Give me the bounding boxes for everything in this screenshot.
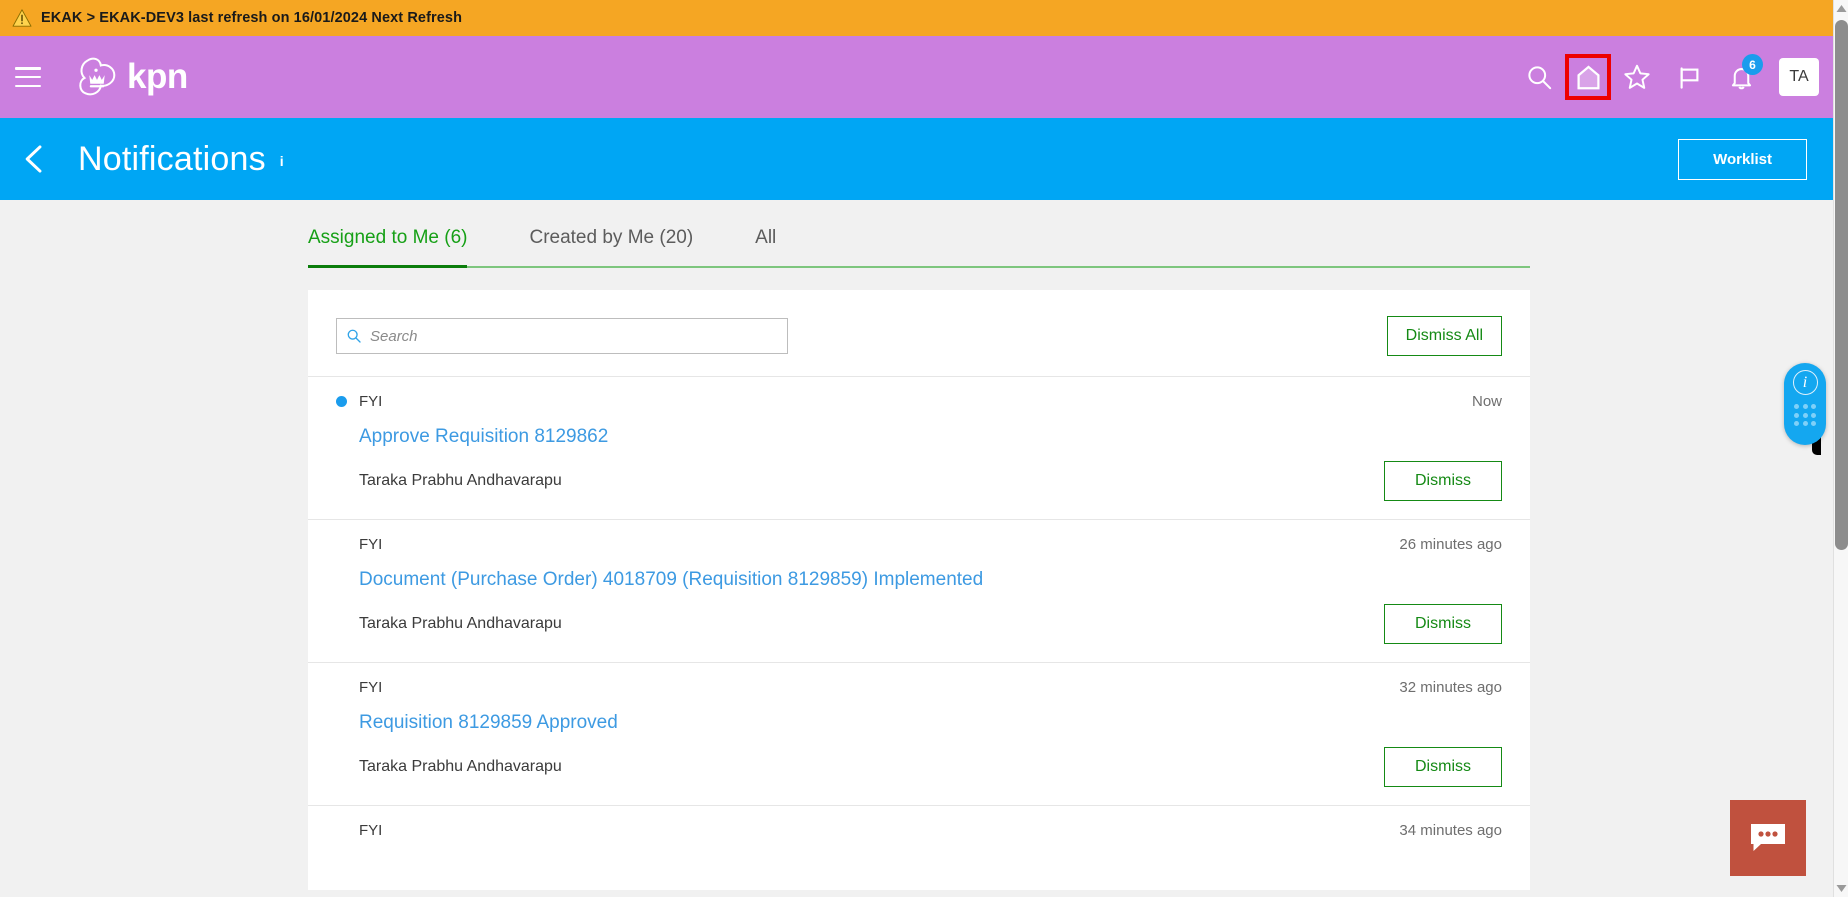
home-glyph [1576, 64, 1600, 89]
unread-dot-icon [336, 825, 347, 836]
bell-icon[interactable]: 6 [1715, 51, 1767, 103]
notification-user: Taraka Prabhu Andhavarapu [359, 472, 562, 489]
bell-badge-count: 6 [1742, 54, 1763, 75]
brand-name: kpn [127, 57, 188, 96]
dot-grid-icon [1794, 404, 1816, 426]
notification-footer: Taraka Prabhu Andhavarapu Dismiss [336, 461, 1502, 501]
flag-glyph [1680, 66, 1698, 89]
star-icon[interactable] [1611, 51, 1663, 103]
notification-header: FYI 34 minutes ago [336, 822, 1502, 839]
search-icon [347, 329, 361, 343]
notification-row: FYI 34 minutes ago [308, 805, 1530, 845]
kpn-crown-logo-icon [79, 57, 116, 96]
notification-time: 34 minutes ago [1399, 822, 1502, 839]
notification-footer: Taraka Prabhu Andhavarapu Dismiss [336, 604, 1502, 644]
dismiss-button[interactable]: Dismiss [1384, 747, 1502, 787]
unread-dot-icon [336, 682, 347, 693]
scroll-down-arrow-icon[interactable] [1834, 880, 1848, 897]
home-icon[interactable] [1565, 54, 1611, 100]
tab-all[interactable]: All [755, 227, 776, 266]
tab-assigned-to-me[interactable]: Assigned to Me (6) [308, 227, 468, 268]
page-title-info-icon[interactable]: i [280, 153, 284, 169]
search-input[interactable] [370, 327, 750, 345]
app-root: EKAK > EKAK-DEV3 last refresh on 16/01/2… [0, 0, 1848, 897]
notification-row: FYI 26 minutes ago Document (Purchase Or… [308, 519, 1530, 662]
brand-logo[interactable]: kpn [71, 52, 188, 102]
scroll-up-arrow-icon[interactable] [1834, 0, 1848, 17]
star-glyph [1624, 64, 1650, 89]
notification-user: Taraka Prabhu Andhavarapu [359, 758, 562, 775]
worklist-button[interactable]: Worklist [1678, 138, 1807, 180]
notification-type: FYI [359, 679, 383, 696]
notification-link[interactable]: Requisition 8129859 Approved [359, 712, 1502, 734]
help-widget[interactable]: i [1784, 363, 1826, 445]
notification-link[interactable]: Document (Purchase Order) 4018709 (Requi… [359, 569, 1502, 591]
environment-alert-banner: EKAK > EKAK-DEV3 last refresh on 16/01/2… [0, 0, 1833, 36]
page-title: Notifications [78, 139, 266, 178]
search-glyph [1527, 65, 1551, 89]
notification-footer: Taraka Prabhu Andhavarapu Dismiss [336, 747, 1502, 787]
notification-type: FYI [359, 393, 383, 410]
notification-user: Taraka Prabhu Andhavarapu [359, 615, 562, 632]
alert-banner-text: EKAK > EKAK-DEV3 last refresh on 16/01/2… [41, 10, 463, 26]
info-circle-icon: i [1792, 370, 1818, 395]
dismiss-button[interactable]: Dismiss [1384, 461, 1502, 501]
notification-row: FYI 32 minutes ago Requisition 8129859 A… [308, 662, 1530, 805]
notification-row: FYI Now Approve Requisition 8129862 Tara… [308, 376, 1530, 519]
notification-header: FYI 32 minutes ago [336, 679, 1502, 696]
dismiss-button[interactable]: Dismiss [1384, 604, 1502, 644]
back-chevron-icon[interactable] [18, 142, 52, 176]
notification-tabs: Assigned to Me (6) Created by Me (20) Al… [308, 200, 1530, 268]
appbar-icon-group: 6 TA [1513, 51, 1819, 103]
search-icon[interactable] [1513, 51, 1565, 103]
notifications-card: Dismiss All FYI Now Approve Requisition … [308, 290, 1530, 890]
scroll-thumb[interactable] [1835, 20, 1848, 550]
chat-bubble-icon [1751, 824, 1785, 851]
notification-time: 32 minutes ago [1399, 679, 1502, 696]
dismiss-all-button[interactable]: Dismiss All [1386, 316, 1502, 356]
notification-header: FYI 26 minutes ago [336, 536, 1502, 553]
notification-time: 26 minutes ago [1399, 536, 1502, 553]
warning-triangle-icon [12, 9, 32, 27]
avatar[interactable]: TA [1779, 58, 1819, 96]
notification-link[interactable]: Approve Requisition 8129862 [359, 426, 1502, 448]
notification-type: FYI [359, 536, 383, 553]
flag-icon[interactable] [1663, 51, 1715, 103]
notifications-toolbar: Dismiss All [308, 290, 1530, 376]
unread-dot-icon [336, 396, 347, 407]
notification-time: Now [1471, 393, 1502, 410]
global-app-bar: kpn 6 TA [0, 36, 1833, 118]
unread-dot-icon [336, 539, 347, 550]
hamburger-menu-icon[interactable] [15, 67, 41, 87]
tab-created-by-me[interactable]: Created by Me (20) [529, 227, 693, 266]
page-content: Assigned to Me (6) Created by Me (20) Al… [0, 200, 1833, 897]
page-scrollbar[interactable] [1833, 0, 1848, 897]
notification-header: FYI Now [336, 393, 1502, 410]
chat-widget-button[interactable] [1730, 800, 1806, 876]
notification-type: FYI [359, 822, 383, 839]
page-header: Notifications i Worklist [0, 118, 1833, 200]
search-box[interactable] [336, 318, 788, 354]
